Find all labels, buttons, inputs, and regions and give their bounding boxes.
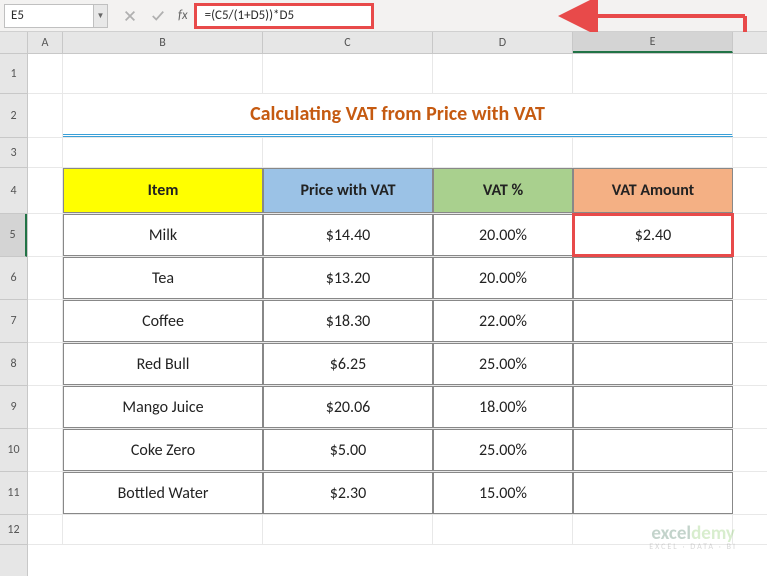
cell[interactable]: [28, 429, 63, 471]
price-cell[interactable]: $13.20: [263, 257, 433, 299]
cell[interactable]: [28, 300, 63, 342]
cell[interactable]: [28, 515, 63, 544]
selected-cell[interactable]: $2.40: [573, 214, 733, 256]
confirm-icon[interactable]: [148, 6, 168, 26]
price-cell[interactable]: $18.30: [263, 300, 433, 342]
item-cell[interactable]: Tea: [63, 257, 263, 299]
cell[interactable]: [28, 168, 63, 213]
header-amount[interactable]: VAT Amount: [573, 168, 733, 213]
cell[interactable]: [433, 54, 573, 93]
formula-input[interactable]: =(C5/(1+D5))*D5: [194, 3, 374, 29]
cell[interactable]: [573, 54, 733, 93]
cell[interactable]: [63, 54, 263, 93]
row-headers: 123456789101112: [0, 32, 28, 576]
vat-cell[interactable]: 20.00%: [433, 257, 573, 299]
cell[interactable]: [263, 54, 433, 93]
row-header-8[interactable]: 8: [0, 343, 27, 386]
name-box[interactable]: E5: [4, 4, 94, 28]
amount-cell[interactable]: [573, 386, 733, 428]
name-box-dropdown-icon[interactable]: ▼: [94, 4, 108, 28]
item-cell[interactable]: Milk: [63, 214, 263, 256]
amount-cell[interactable]: [573, 429, 733, 471]
formula-bar-row: E5 ▼ fx =(C5/(1+D5))*D5: [0, 0, 767, 32]
item-cell[interactable]: Bottled Water: [63, 472, 263, 514]
col-header-B[interactable]: B: [63, 32, 263, 53]
amount-cell[interactable]: [573, 300, 733, 342]
cells-area[interactable]: Calculating VAT from Price with VAT ItemP…: [28, 54, 767, 576]
select-all-corner[interactable]: [0, 32, 27, 54]
cancel-icon[interactable]: [120, 6, 140, 26]
header-vat[interactable]: VAT %: [433, 168, 573, 213]
page-title: Calculating VAT from Price with VAT: [63, 94, 733, 137]
cell[interactable]: [433, 138, 573, 167]
header-price[interactable]: Price with VAT: [263, 168, 433, 213]
row-header-6[interactable]: 6: [0, 257, 27, 300]
cell[interactable]: [28, 386, 63, 428]
item-cell[interactable]: Coffee: [63, 300, 263, 342]
item-cell[interactable]: Mango Juice: [63, 386, 263, 428]
cell[interactable]: [28, 257, 63, 299]
vat-cell[interactable]: 25.00%: [433, 429, 573, 471]
row-header-3[interactable]: 3: [0, 138, 27, 168]
vat-cell[interactable]: 18.00%: [433, 386, 573, 428]
cell[interactable]: [263, 138, 433, 167]
amount-cell[interactable]: [573, 343, 733, 385]
cell[interactable]: [28, 94, 63, 137]
item-cell[interactable]: Coke Zero: [63, 429, 263, 471]
spreadsheet: 123456789101112 ABCDE Calculating VAT fr…: [0, 32, 767, 576]
cell[interactable]: [63, 138, 263, 167]
col-header-C[interactable]: C: [263, 32, 433, 53]
price-cell[interactable]: $2.30: [263, 472, 433, 514]
cell[interactable]: [28, 54, 63, 93]
cell[interactable]: [28, 214, 63, 256]
vat-cell[interactable]: 15.00%: [433, 472, 573, 514]
row-header-7[interactable]: 7: [0, 300, 27, 343]
cell[interactable]: [573, 138, 733, 167]
cell[interactable]: [263, 515, 433, 544]
vat-cell[interactable]: 25.00%: [433, 343, 573, 385]
cell[interactable]: [63, 515, 263, 544]
price-cell[interactable]: $14.40: [263, 214, 433, 256]
row-header-1[interactable]: 1: [0, 54, 27, 94]
cell[interactable]: [433, 515, 573, 544]
price-cell[interactable]: $5.00: [263, 429, 433, 471]
fx-icon[interactable]: fx: [178, 8, 188, 23]
col-header-A[interactable]: A: [28, 32, 63, 53]
row-header-2[interactable]: 2: [0, 94, 27, 138]
item-cell[interactable]: Red Bull: [63, 343, 263, 385]
vat-cell[interactable]: 20.00%: [433, 214, 573, 256]
formula-bar-buttons: [120, 6, 168, 26]
cell[interactable]: [28, 472, 63, 514]
row-header-5[interactable]: 5: [0, 214, 27, 257]
col-header-D[interactable]: D: [433, 32, 573, 53]
col-headers: ABCDE: [28, 32, 767, 54]
grid-area: ABCDE Calculating VAT from Price with VA…: [28, 32, 767, 576]
watermark: exceldemy EXCEL · DATA · BI: [649, 524, 737, 551]
row-header-9[interactable]: 9: [0, 386, 27, 429]
cell[interactable]: [28, 343, 63, 385]
row-header-4[interactable]: 4: [0, 168, 27, 214]
price-cell[interactable]: $6.25: [263, 343, 433, 385]
row-header-10[interactable]: 10: [0, 429, 27, 472]
amount-cell[interactable]: [573, 472, 733, 514]
row-header-12[interactable]: 12: [0, 515, 27, 545]
row-header-11[interactable]: 11: [0, 472, 27, 515]
header-item[interactable]: Item: [63, 168, 263, 213]
cell[interactable]: [28, 138, 63, 167]
amount-cell[interactable]: [573, 257, 733, 299]
col-header-E[interactable]: E: [573, 32, 733, 53]
vat-cell[interactable]: 22.00%: [433, 300, 573, 342]
price-cell[interactable]: $20.06: [263, 386, 433, 428]
